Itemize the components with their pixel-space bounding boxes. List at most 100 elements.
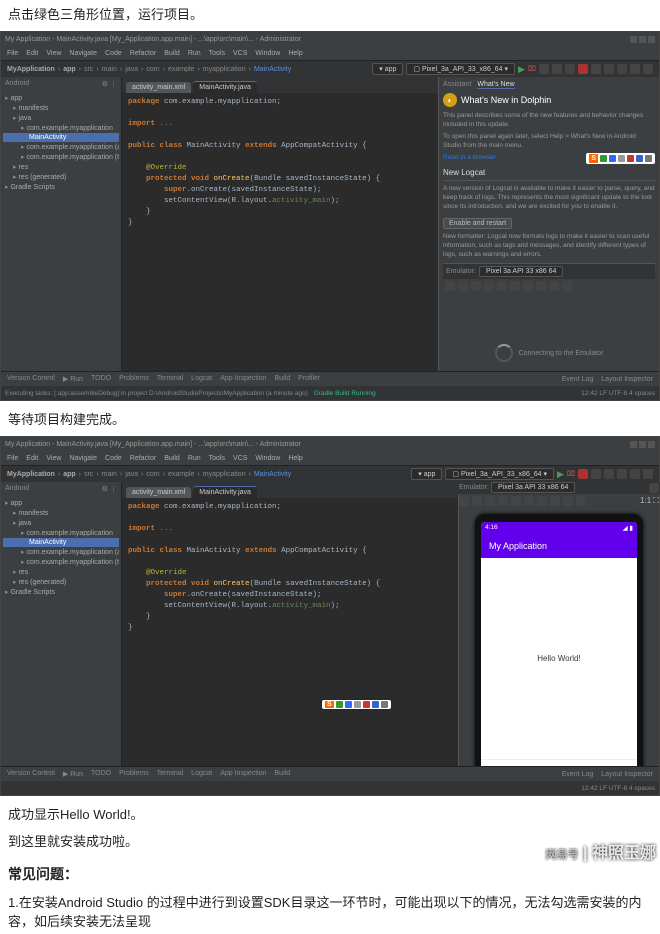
settings-icon[interactable] [643,469,653,479]
emu-overview-icon[interactable] [536,281,546,291]
max-icon[interactable] [639,441,646,448]
tab-layout[interactable]: activity_main.xml [126,82,191,93]
emu-more-icon[interactable] [562,281,572,291]
bt-appinsp[interactable]: App Inspection [220,375,266,383]
avd-icon[interactable] [604,64,614,74]
close-icon[interactable] [648,441,655,448]
tree-mainactivity[interactable]: MainActivity [3,133,119,142]
emu-power-icon[interactable] [445,281,455,291]
menu-build[interactable]: Build [164,50,180,57]
emu-back-icon[interactable] [510,281,520,291]
code-area[interactable]: package com.example.myapplication; impor… [122,93,438,233]
enable-restart-button[interactable]: Enable and restart [443,218,512,229]
device-select[interactable]: ▢ Pixel_3a_API_33_x86_64 ▾ [406,63,515,75]
project-tree[interactable]: app manifests java com.example.myapplica… [1,91,121,194]
menu-vcs[interactable]: VCS [233,50,247,57]
menu-edit[interactable]: Edit [26,50,38,57]
bt-eventlog[interactable]: Event Log [562,376,594,383]
profile-icon[interactable] [552,64,562,74]
sync-icon[interactable] [591,64,601,74]
sdk-icon[interactable] [617,64,627,74]
run-icon[interactable]: ▶ [518,64,525,75]
tree-res[interactable]: res [3,162,119,172]
emu-overview-icon[interactable] [550,496,560,506]
bt-vcs[interactable]: Version Control [7,375,55,383]
emu-volup-icon[interactable] [472,496,482,506]
max-icon[interactable] [639,36,646,43]
menu-refactor[interactable]: Refactor [130,50,156,57]
emu-screenshot-icon[interactable] [549,281,559,291]
avd-icon[interactable] [604,469,614,479]
bt-run[interactable]: ▶ Run [63,375,83,383]
emu-home-icon[interactable] [523,281,533,291]
bt-terminal[interactable]: Terminal [157,375,183,383]
run-config-select[interactable]: ▾ app [411,468,442,480]
project-view-label[interactable]: Android [5,80,29,88]
menu-run[interactable]: Run [188,50,201,57]
emu-power-icon[interactable] [459,496,469,506]
tree-pkg-test[interactable]: com.example.myapplication (test) [3,152,119,162]
emu-rotright-icon[interactable] [511,496,521,506]
tree-java[interactable]: java [3,113,119,123]
bt-logcat[interactable]: Logcat [191,375,212,383]
run-icon[interactable]: ▶ [557,469,564,480]
close-icon[interactable] [648,36,655,43]
tree-gradle[interactable]: Gradle Scripts [3,182,119,192]
titlebar: My Application - MainActivity.java [My_A… [1,32,659,46]
min-icon[interactable] [630,441,637,448]
emu-voldown-icon[interactable] [471,281,481,291]
emu-voldown-icon[interactable] [485,496,495,506]
whatsnew-desc: This panel describes some of the new fea… [443,111,655,129]
emu-rotright-icon[interactable] [497,281,507,291]
emu-back-icon[interactable] [524,496,534,506]
bt-profiler[interactable]: Profiler [298,375,320,383]
emu-home-icon[interactable] [537,496,547,506]
stop-icon[interactable] [578,64,588,74]
tab-mainactivity[interactable]: MainActivity.java [193,81,257,93]
debug-icon[interactable]: ⌧ [567,470,575,478]
toolbar: MyApplication› app› src› main› java› com… [1,61,659,77]
settings-icon[interactable] [643,64,653,74]
menu-help[interactable]: Help [288,50,302,57]
debug-icon[interactable]: ⌧ [528,65,536,73]
search-icon[interactable] [630,469,640,479]
emu-settings-icon[interactable] [649,483,659,493]
caption-1: 点击绿色三角形位置，运行项目。 [0,0,660,27]
sdk-icon[interactable] [617,469,627,479]
tree-app[interactable]: app [3,93,119,103]
bt-problems[interactable]: Problems [119,375,149,383]
emu-zoom-icon[interactable] [576,496,586,506]
whatsnew-tab[interactable]: What's New [477,81,514,89]
menubar-2[interactable]: File Edit View Navigate Code Refactor Bu… [1,451,659,466]
code-area-2[interactable]: package com.example.myapplication; impor… [122,498,458,638]
menu-file[interactable]: File [7,50,18,57]
emu-device[interactable]: Pixel 3a API 33 x86 64 [479,266,563,277]
bt-layoutinsp[interactable]: Layout Inspector [601,376,653,383]
menu-code[interactable]: Code [105,50,122,57]
emu-screenshot-icon[interactable] [563,496,573,506]
menu-window[interactable]: Window [255,50,280,57]
device-select[interactable]: ▢ Pixel_3a_API_33_x86_64 ▾ [445,468,554,480]
menubar[interactable]: File Edit View Navigate Code Refactor Bu… [1,46,659,61]
tree-manifests[interactable]: manifests [3,103,119,113]
attach-icon[interactable] [565,64,575,74]
run-config-select[interactable]: ▾ app [372,63,403,75]
bt-todo[interactable]: TODO [91,375,111,383]
menu-view[interactable]: View [46,50,61,57]
emu-rotleft-icon[interactable] [484,281,494,291]
tree-res-gen[interactable]: res (generated) [3,172,119,182]
sync-icon[interactable] [591,469,601,479]
assistant-tab[interactable]: Assistant [443,81,471,89]
coverage-icon[interactable] [539,64,549,74]
stop-icon[interactable] [578,469,588,479]
search-icon[interactable] [630,64,640,74]
tree-pkg-androidtest[interactable]: com.example.myapplication (androidTest) [3,142,119,152]
menu-navigate[interactable]: Navigate [69,50,97,57]
tree-pkg[interactable]: com.example.myapplication [3,123,119,133]
emu-volup-icon[interactable] [458,281,468,291]
menu-tools[interactable]: Tools [209,50,225,57]
bt-build[interactable]: Build [275,375,291,383]
min-icon[interactable] [630,36,637,43]
emu-rotleft-icon[interactable] [498,496,508,506]
read-browser-link[interactable]: Read in a browser [443,154,496,161]
